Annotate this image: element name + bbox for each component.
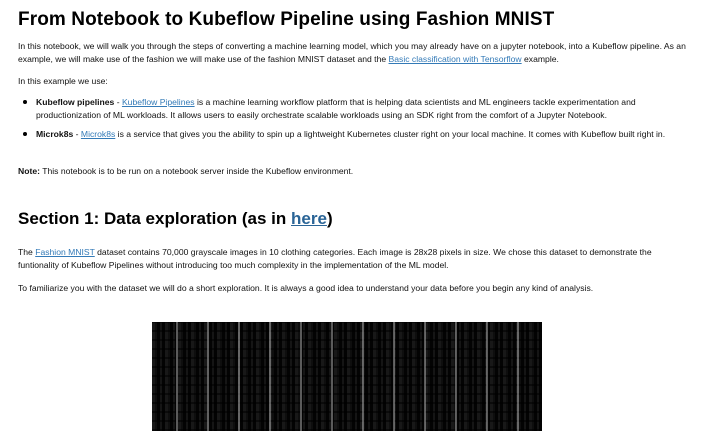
note-text: This notebook is to be run on a notebook… xyxy=(39,166,354,176)
intro-text-end: example. xyxy=(521,54,559,64)
bullet-text: is a service that gives you the ability … xyxy=(115,129,666,139)
intro-paragraph: In this notebook, we will walk you throu… xyxy=(18,40,690,66)
tools-list: Kubeflow pipelines - Kubeflow Pipelines … xyxy=(18,96,690,147)
fashion-mnist-link[interactable]: Fashion MNIST xyxy=(35,247,95,257)
fashion-mnist-sprite-image xyxy=(152,322,542,431)
note-paragraph: Note: This notebook is to be run on a no… xyxy=(18,165,690,178)
section-here-link[interactable]: here xyxy=(291,209,327,228)
example-lead: In this example we use: xyxy=(18,76,108,86)
bullet-dash: - xyxy=(114,97,122,107)
note-label: Note: xyxy=(18,166,40,176)
intro-text: In this notebook, we will walk you throu… xyxy=(18,41,686,64)
bullet-term: Kubeflow pipelines xyxy=(36,97,115,107)
bullet-term: Microk8s xyxy=(36,129,74,139)
page-title: From Notebook to Kubeflow Pipeline using… xyxy=(18,9,555,30)
section-heading-text: Section 1: Data exploration (as in xyxy=(18,209,292,228)
exploration-paragraph: To familiarize you with the dataset we w… xyxy=(18,283,594,293)
section-heading-close: ) xyxy=(326,209,333,228)
dataset-paragraph: The Fashion MNIST dataset contains 70,00… xyxy=(18,246,690,272)
dataset-text: dataset contains 70,000 grayscale images… xyxy=(18,247,652,270)
list-item: Microk8s - Microk8s is a service that gi… xyxy=(18,128,690,141)
kubeflow-pipelines-link[interactable]: Kubeflow Pipelines xyxy=(122,97,195,107)
notebook-page: From Notebook to Kubeflow Pipeline using… xyxy=(0,0,702,431)
section-heading: Section 1: Data exploration (as in here) xyxy=(18,209,333,229)
dataset-text-start: The xyxy=(18,247,36,257)
list-item: Kubeflow pipelines - Kubeflow Pipelines … xyxy=(18,96,690,122)
bullet-dash: - xyxy=(73,129,81,139)
tensorflow-classification-link[interactable]: Basic classification with Tensorflow xyxy=(389,54,522,64)
microk8s-link[interactable]: Microk8s xyxy=(81,129,115,139)
